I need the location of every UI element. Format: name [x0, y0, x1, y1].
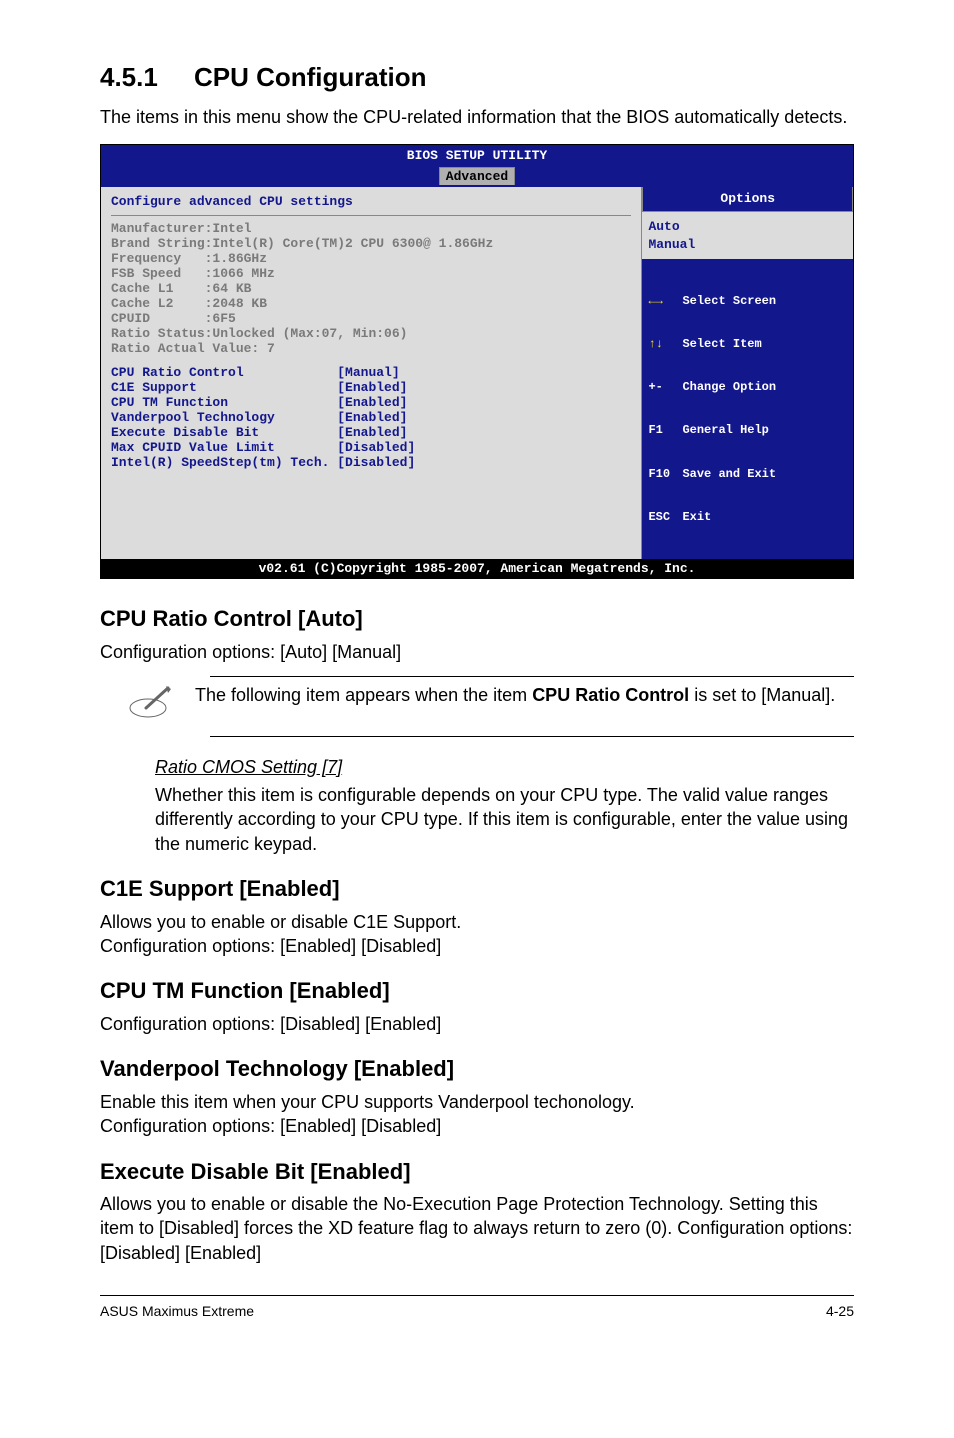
cpu-ratio-text: Configuration options: [Auto] [Manual] [100, 640, 854, 664]
hint-exit: Exit [682, 510, 711, 524]
bios-options-header: Options [642, 187, 853, 212]
cpu-tm-text: Configuration options: [Disabled] [Enabl… [100, 1012, 854, 1036]
bios-help-hints: ←→Select Screen ↑↓Select Item +-Change O… [642, 259, 853, 559]
bios-tab-advanced: Advanced [439, 167, 515, 186]
note-bold: CPU Ratio Control [532, 685, 689, 705]
footer-left: ASUS Maximus Extreme [100, 1302, 254, 1321]
bios-left-panel: Configure advanced CPU settings Manufact… [101, 187, 642, 558]
vanderpool-line1: Enable this item when your CPU supports … [100, 1090, 854, 1114]
bios-screenshot: BIOS SETUP UTILITY Advanced Configure ad… [100, 144, 854, 579]
note-icon [115, 683, 175, 729]
key-f10: F10 [648, 467, 682, 481]
bios-header: BIOS SETUP UTILITY Advanced [101, 145, 853, 187]
exec-disable-text: Allows you to enable or disable the No-E… [100, 1192, 854, 1265]
note-suffix: is set to [Manual]. [689, 685, 835, 705]
hint-save-exit: Save and Exit [682, 467, 776, 481]
vanderpool-heading: Vanderpool Technology [Enabled] [100, 1054, 854, 1084]
bios-subtitle: Configure advanced CPU settings [111, 193, 631, 216]
exec-disable-heading: Execute Disable Bit [Enabled] [100, 1157, 854, 1187]
section-intro: The items in this menu show the CPU-rela… [100, 105, 854, 129]
bios-settings-block: CPU Ratio Control [Manual] C1E Support [… [111, 366, 631, 471]
note-block: The following item appears when the item… [210, 676, 854, 736]
bios-right-panel: Options Auto Manual ←→Select Screen ↑↓Se… [642, 187, 853, 558]
cpu-ratio-heading: CPU Ratio Control [Auto] [100, 604, 854, 634]
key-f1: F1 [648, 423, 682, 437]
footer-right: 4-25 [826, 1302, 854, 1321]
page-footer: ASUS Maximus Extreme 4-25 [100, 1295, 854, 1321]
bios-header-text: BIOS SETUP UTILITY [407, 148, 547, 163]
note-prefix: The following item appears when the item [195, 685, 532, 705]
bios-options-body: Auto Manual [642, 212, 853, 259]
c1e-line2: Configuration options: [Enabled] [Disabl… [100, 934, 854, 958]
bios-footer: v02.61 (C)Copyright 1985-2007, American … [101, 559, 853, 579]
bios-info-block: Manufacturer:Intel Brand String:Intel(R)… [111, 222, 631, 356]
vanderpool-line2: Configuration options: [Enabled] [Disabl… [100, 1114, 854, 1138]
ratio-cmos-heading: Ratio CMOS Setting [7] [155, 755, 854, 779]
c1e-heading: C1E Support [Enabled] [100, 874, 854, 904]
arrow-lr-icon: ←→ [648, 294, 682, 308]
section-heading: 4.5.1 CPU Configuration [100, 60, 854, 95]
section-title-text: CPU Configuration [194, 62, 427, 92]
ratio-cmos-text: Whether this item is configurable depend… [155, 783, 854, 856]
section-number: 4.5.1 [100, 62, 158, 92]
c1e-line1: Allows you to enable or disable C1E Supp… [100, 910, 854, 934]
arrow-ud-icon: ↑↓ [648, 337, 682, 351]
hint-general-help: General Help [682, 423, 768, 437]
key-plusminus: +- [648, 380, 682, 394]
cpu-tm-heading: CPU TM Function [Enabled] [100, 976, 854, 1006]
hint-select-item: Select Item [682, 337, 761, 351]
key-esc: ESC [648, 510, 682, 524]
hint-change-option: Change Option [682, 380, 776, 394]
hint-select-screen: Select Screen [682, 294, 776, 308]
note-text: The following item appears when the item… [195, 683, 854, 707]
